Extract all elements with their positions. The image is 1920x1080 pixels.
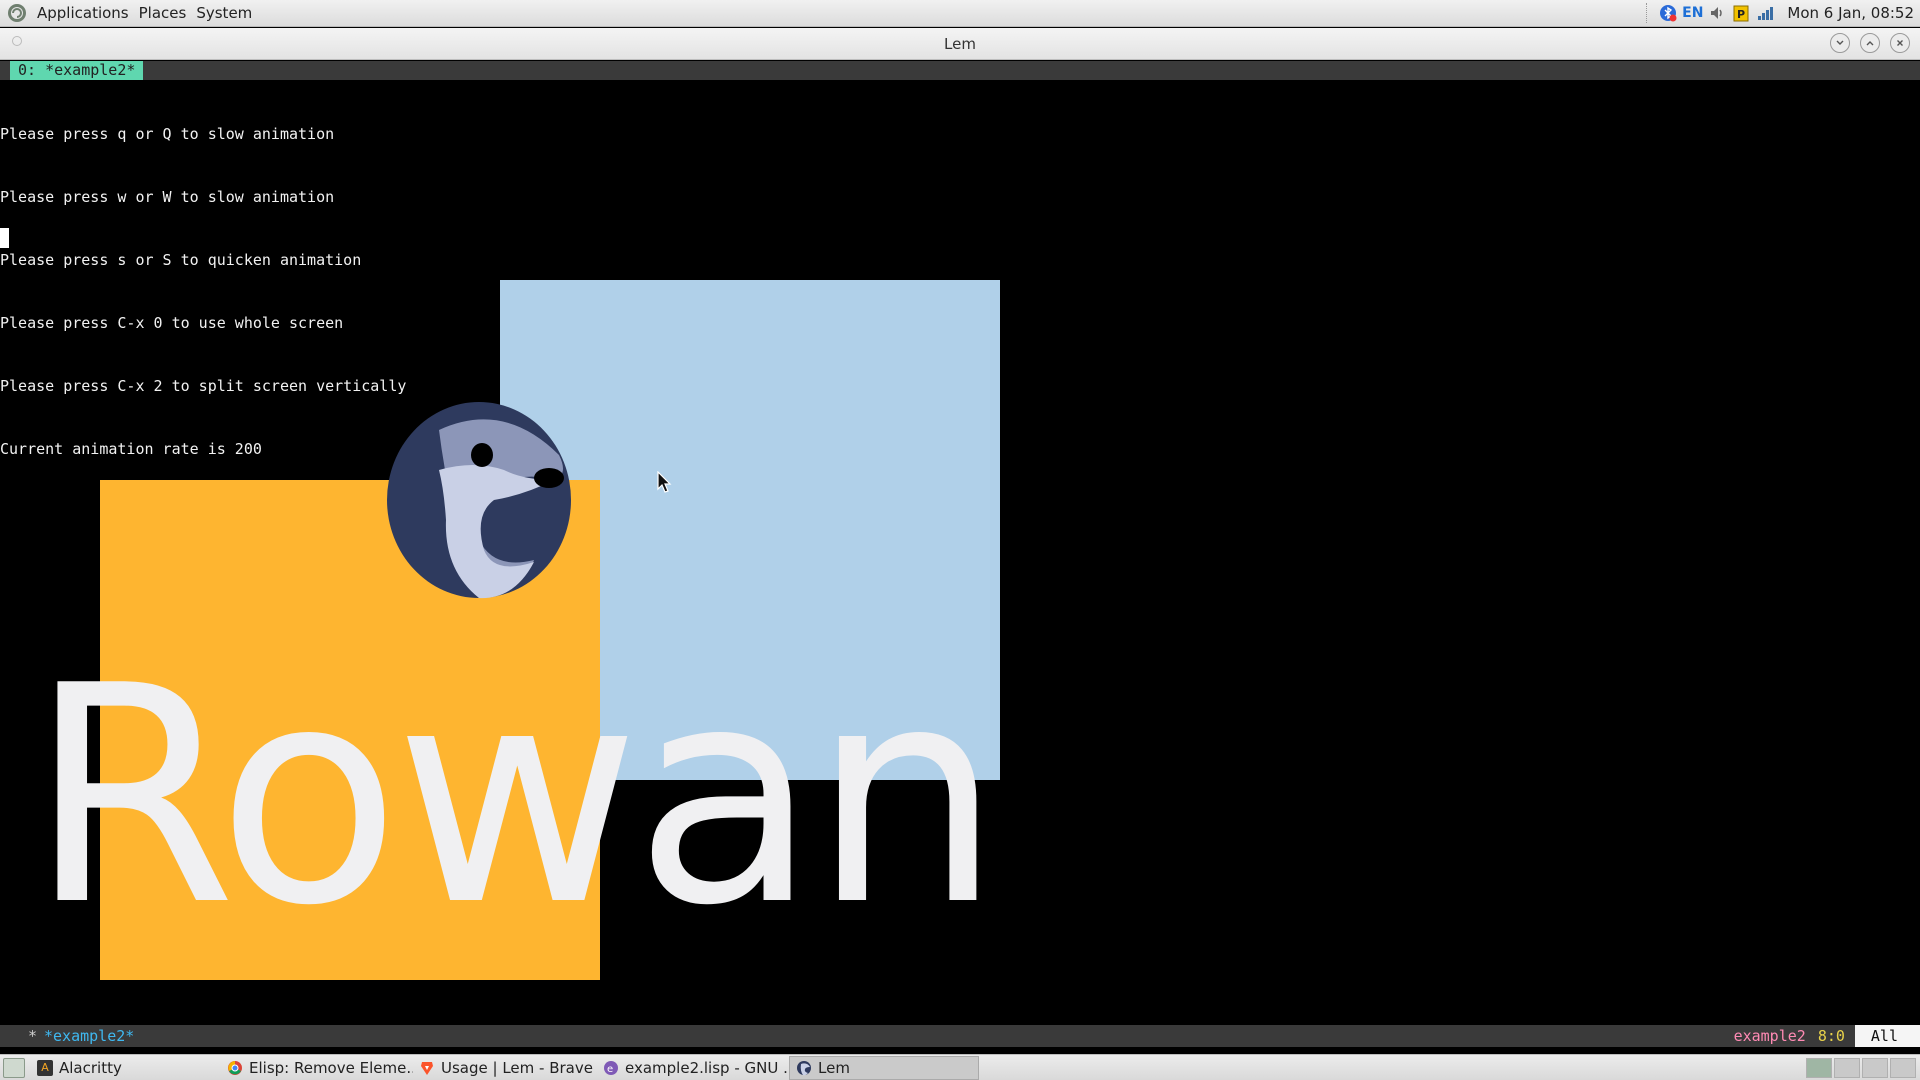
modified-indicator: * bbox=[28, 1027, 38, 1045]
buffer-line: Please press C-x 0 to use whole screen bbox=[0, 314, 344, 332]
menu-applications[interactable]: Applications bbox=[32, 4, 134, 22]
chevron-up-icon bbox=[1866, 41, 1874, 46]
window-controls bbox=[1830, 33, 1910, 53]
workspace-2[interactable] bbox=[1834, 1057, 1860, 1078]
show-desktop-button[interactable] bbox=[3, 1057, 25, 1078]
system-tray: EN P Mon 6 Jan, 08:52 bbox=[1646, 0, 1920, 26]
chevron-down-icon bbox=[1836, 40, 1844, 45]
buffer-line: Please press C-x 2 to split screen verti… bbox=[0, 377, 407, 395]
taskbar-item-lem[interactable]: Lem bbox=[789, 1055, 979, 1080]
task-label: Lem bbox=[818, 1058, 850, 1077]
taskbar-item-emacs[interactable]: e example2.lisp - GNU ... bbox=[597, 1056, 789, 1080]
workspace-1[interactable] bbox=[1806, 1057, 1832, 1078]
panel-menu: Applications Places System bbox=[0, 0, 257, 26]
task-label: example2.lisp - GNU ... bbox=[625, 1058, 789, 1077]
minimize-button[interactable] bbox=[1830, 33, 1850, 53]
buffer-line: Please press w or W to slow animation bbox=[0, 188, 335, 206]
tab-bar: 0: *example2* bbox=[0, 61, 1920, 80]
major-mode[interactable]: example2 bbox=[1734, 1025, 1818, 1047]
lem-logo-icon bbox=[387, 402, 571, 599]
bluetooth-icon[interactable] bbox=[1658, 3, 1678, 23]
taskbar-item-brave[interactable]: Usage | Lem - Brave bbox=[413, 1056, 597, 1080]
distro-logo-icon[interactable] bbox=[6, 2, 28, 24]
workspace-3[interactable] bbox=[1862, 1057, 1888, 1078]
buffer-line: Current animation rate is 200 bbox=[0, 440, 262, 458]
close-icon bbox=[1897, 40, 1903, 46]
mode-line: * *example2* example2 8:0 All bbox=[0, 1025, 1920, 1047]
chrome-icon bbox=[227, 1060, 243, 1076]
buffer-line: Please press q or Q to slow animation bbox=[0, 125, 335, 143]
svg-text:P: P bbox=[1737, 8, 1745, 21]
close-button[interactable] bbox=[1890, 33, 1910, 53]
buffer-text[interactable]: Please press q or Q to slow animation Pl… bbox=[0, 82, 406, 502]
mouse-pointer-icon bbox=[657, 471, 672, 493]
taskbar: A Alacritty Elisp: Remove Eleme... Usage… bbox=[0, 1054, 1920, 1080]
brave-icon bbox=[419, 1060, 435, 1076]
emacs-icon: e bbox=[603, 1060, 619, 1076]
svg-text:e: e bbox=[607, 1064, 613, 1075]
lem-icon bbox=[796, 1060, 812, 1076]
keyboard-layout-indicator[interactable]: EN bbox=[1682, 5, 1703, 21]
tray-separator bbox=[1646, 3, 1648, 23]
task-label: Alacritty bbox=[59, 1058, 122, 1077]
cursor-position: 8:0 bbox=[1817, 1027, 1845, 1045]
alacritty-icon: A bbox=[37, 1059, 53, 1076]
maximize-button[interactable] bbox=[1860, 33, 1880, 53]
tab-example2[interactable]: 0: *example2* bbox=[10, 61, 144, 80]
modeline-right: example2 8:0 All bbox=[1734, 1025, 1920, 1047]
workspace-4[interactable] bbox=[1890, 1057, 1916, 1078]
canvas-text: Rowan bbox=[28, 622, 1002, 971]
task-label: Elisp: Remove Eleme... bbox=[249, 1058, 413, 1077]
taskbar-item-chrome[interactable]: Elisp: Remove Eleme... bbox=[221, 1056, 413, 1080]
window-titlebar[interactable]: Lem bbox=[0, 28, 1920, 60]
text-cursor bbox=[0, 228, 9, 248]
window-title: Lem bbox=[944, 34, 976, 53]
top-panel: Applications Places System EN P Mon 6 Ja… bbox=[0, 0, 1920, 27]
editor-area[interactable]: 0: *example2* Please press q or Q to slo… bbox=[0, 61, 1920, 1027]
network-signal-icon[interactable] bbox=[1755, 3, 1775, 23]
clipboard-icon[interactable]: P bbox=[1731, 3, 1751, 23]
buffer-line: Please press s or S to quicken animation bbox=[0, 251, 362, 269]
menu-system[interactable]: System bbox=[191, 4, 257, 22]
task-label: Usage | Lem - Brave bbox=[441, 1058, 593, 1077]
volume-icon[interactable] bbox=[1707, 3, 1727, 23]
taskbar-item-alacritty[interactable]: A Alacritty bbox=[31, 1056, 221, 1080]
menu-places[interactable]: Places bbox=[134, 4, 192, 22]
modeline-buffer-name[interactable]: *example2* bbox=[44, 1025, 134, 1047]
scroll-position: All bbox=[1854, 1025, 1920, 1047]
workspace-switcher bbox=[1806, 1057, 1920, 1078]
clock[interactable]: Mon 6 Jan, 08:52 bbox=[1787, 4, 1914, 22]
window-menu-icon[interactable] bbox=[12, 36, 22, 46]
